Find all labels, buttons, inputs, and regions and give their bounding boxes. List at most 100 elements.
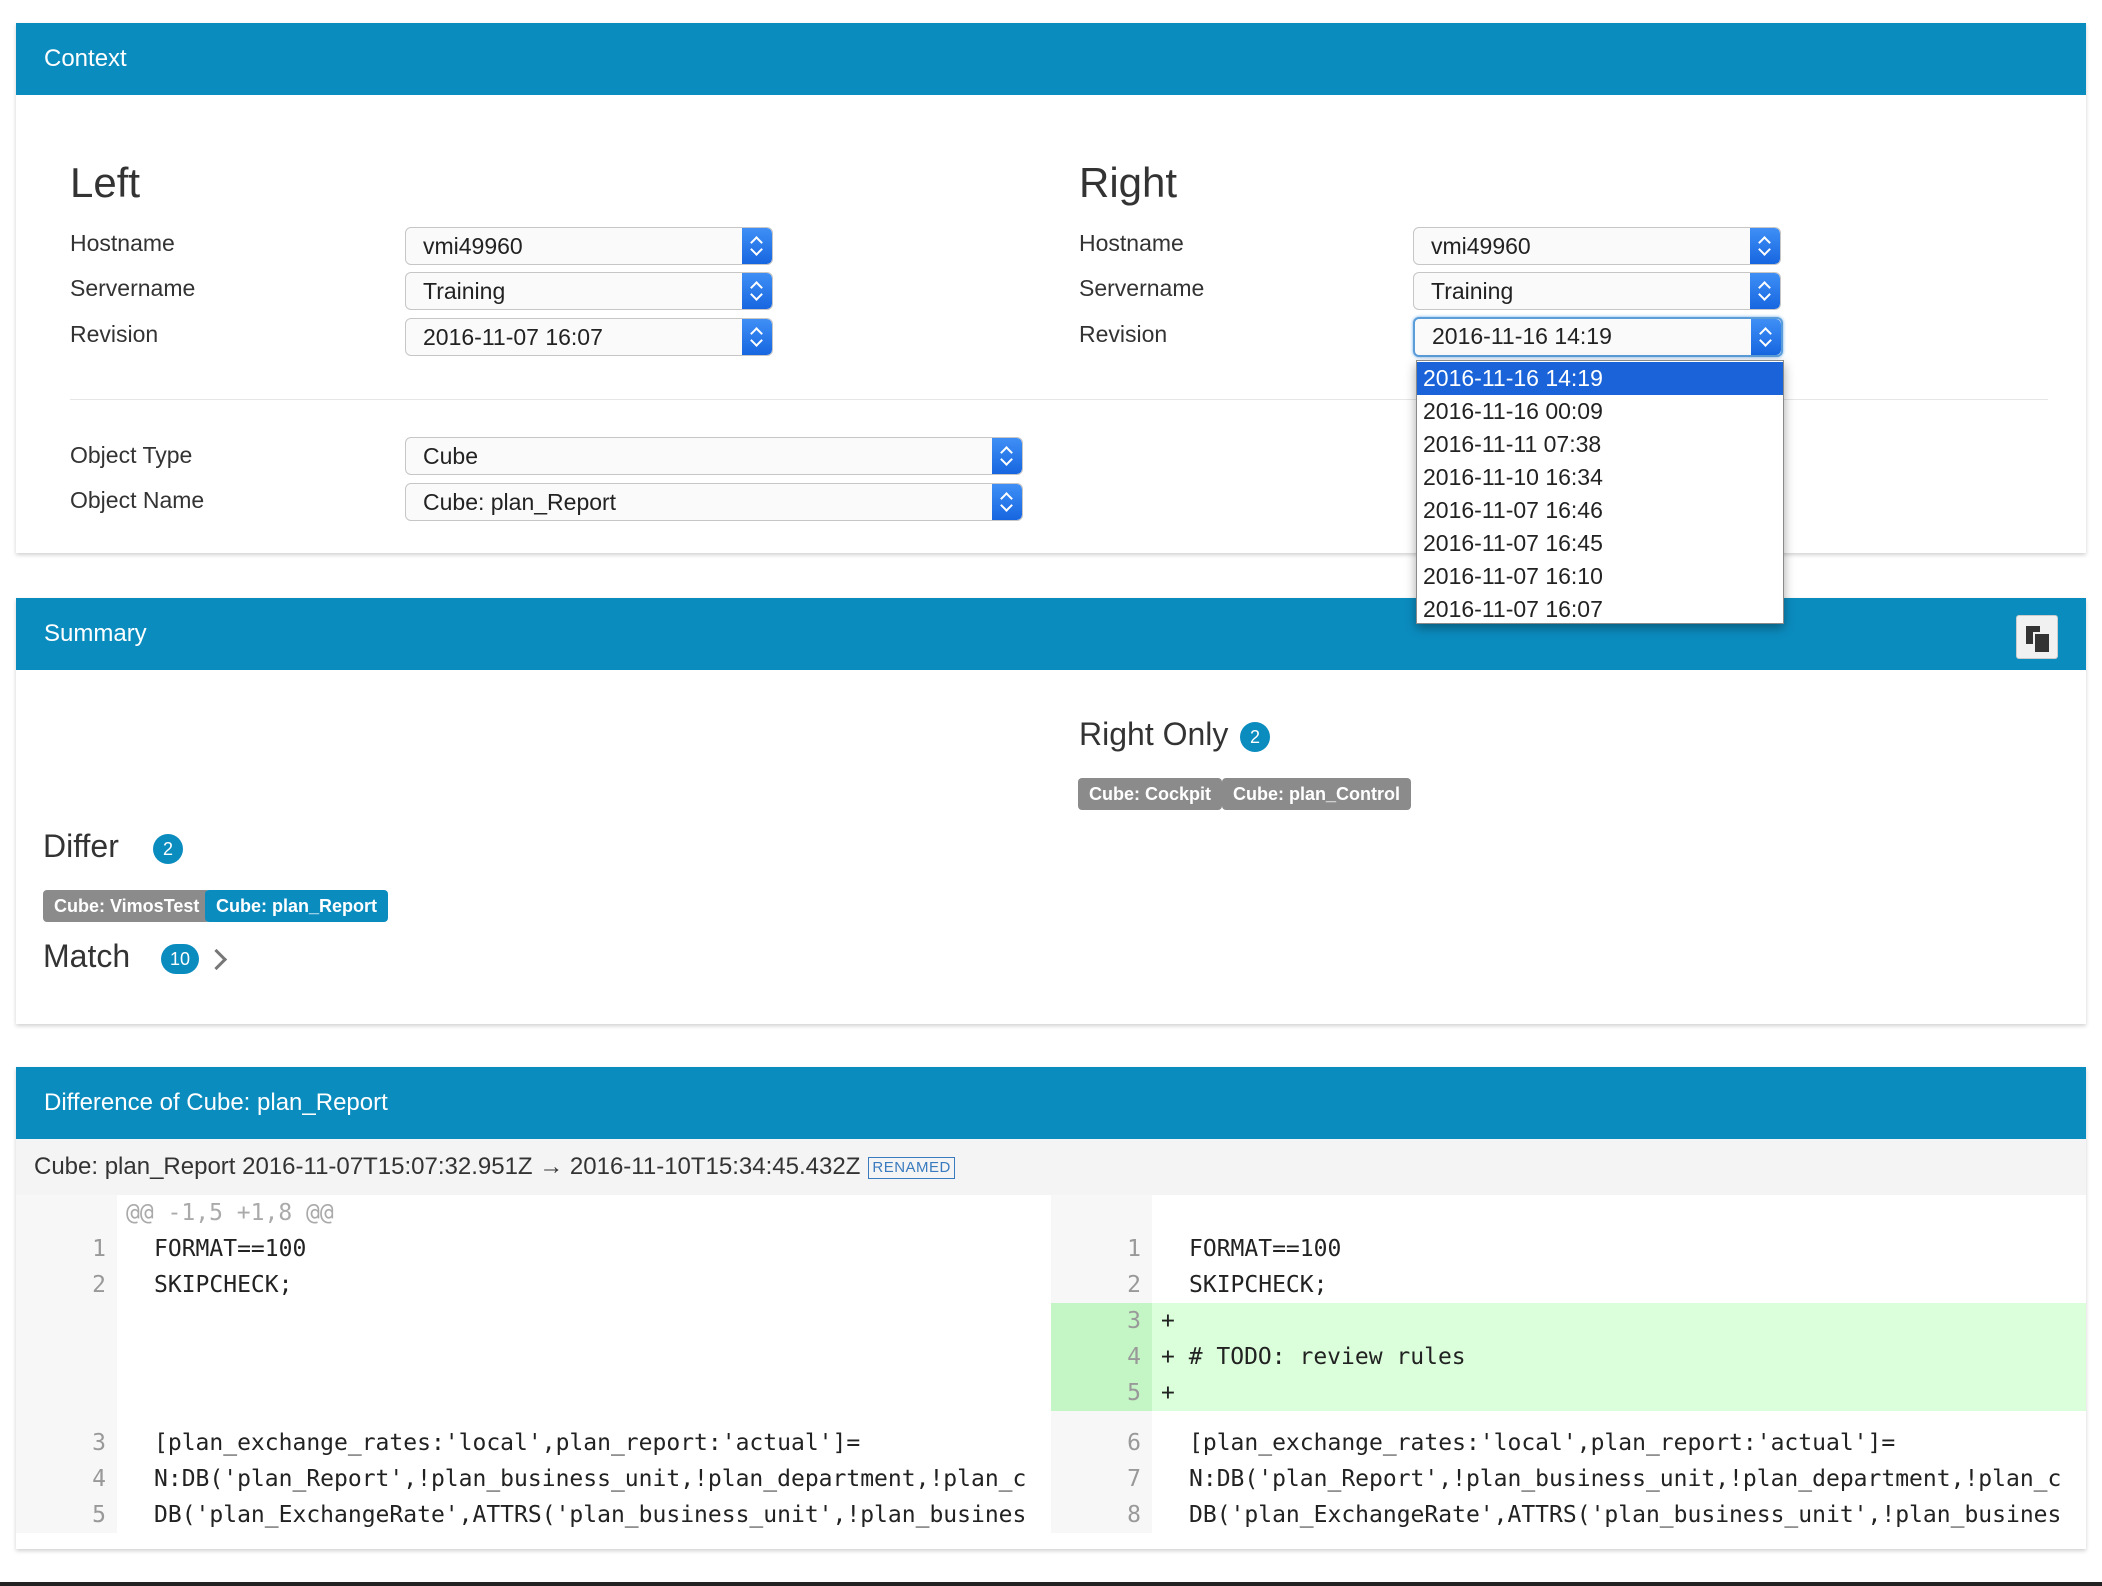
line-code: [plan_exchange_rates:'local',plan_report… [1189, 1430, 1896, 1456]
left-revision-select[interactable]: 2016-11-07 16:07 [405, 318, 773, 356]
left-servername-value: Training [423, 278, 506, 304]
revision-option[interactable]: 2016-11-16 14:19 [1417, 362, 1783, 395]
diff-line: 2 SKIPCHECK; [16, 1267, 1051, 1303]
revision-option[interactable]: 2016-11-07 16:46 [1417, 494, 1783, 527]
revision-option[interactable]: 2016-11-10 16:34 [1417, 461, 1783, 494]
left-hostname-value: vmi49960 [423, 233, 523, 259]
differ-count-badge: 2 [153, 834, 183, 864]
revision-dropdown-list: 2016-11-16 14:19 2016-11-16 00:09 2016-1… [1416, 360, 1784, 624]
right-only-tag-plan-control[interactable]: Cube: plan_Control [1222, 778, 1411, 810]
diff-line: 5 DB('plan_ExchangeRate',ATTRS('plan_bus… [16, 1497, 1051, 1533]
window-bottom-edge [0, 1582, 2102, 1586]
select-stepper-icon [742, 228, 772, 264]
revision-option[interactable]: 2016-11-07 16:45 [1417, 527, 1783, 560]
right-only-label: Right Only [1079, 716, 1229, 752]
match-count-badge: 10 [161, 944, 200, 974]
diff-file-title: Cube: plan_Report 2016-11-07T15:07:32.95… [16, 1139, 2086, 1195]
line-number: 4 [92, 1466, 106, 1492]
line-number: 5 [92, 1502, 106, 1528]
hunk-header: @@ -1,5 +1,8 @@ [126, 1200, 334, 1226]
right-only-tag-cockpit[interactable]: Cube: Cockpit [1078, 778, 1223, 810]
line-number: 1 [1127, 1236, 1141, 1262]
diff-line: 7 N:DB('plan_Report',!plan_business_unit… [1051, 1461, 2086, 1497]
revision-option[interactable]: 2016-11-16 00:09 [1417, 395, 1783, 428]
diff-line: 4 N:DB('plan_Report',!plan_business_unit… [16, 1461, 1051, 1497]
line-code: [plan_exchange_rates:'local',plan_report… [154, 1430, 861, 1456]
right-hostname-value: vmi49960 [1431, 233, 1531, 259]
line-number: 5 [1051, 1375, 1152, 1411]
line-code: N:DB('plan_Report',!plan_business_unit,!… [1189, 1466, 2062, 1492]
object-name-value: Cube: plan_Report [423, 489, 617, 515]
select-stepper-icon [1751, 319, 1781, 355]
revision-option[interactable]: 2016-11-11 07:38 [1417, 428, 1783, 461]
diff-right-pane: 1 FORMAT==100 2 SKIPCHECK; 3 + 4 + # TOD… [1051, 1195, 2086, 1533]
difference-header: Difference of Cube: plan_Report [16, 1067, 2086, 1139]
select-stepper-icon [992, 484, 1022, 520]
select-stepper-icon [742, 319, 772, 355]
difference-panel: Difference of Cube: plan_Report Cube: pl… [16, 1067, 2086, 1549]
match-label: Match [43, 938, 131, 974]
left-revision-value: 2016-11-07 16:07 [423, 324, 603, 350]
context-header: Context [16, 23, 2086, 95]
revision-option[interactable]: 2016-11-07 16:10 [1417, 560, 1783, 593]
line-number: 3 [1051, 1303, 1152, 1339]
renamed-badge: RENAMED [868, 1156, 955, 1179]
differ-tag-plan-report[interactable]: Cube: plan_Report [205, 890, 389, 922]
chevron-right-icon[interactable] [205, 948, 228, 971]
copy-button[interactable] [2016, 615, 2058, 659]
line-number: 8 [1127, 1502, 1141, 1528]
left-servername-select[interactable]: Training [405, 272, 773, 310]
right-revision-value: 2016-11-16 14:19 [1432, 323, 1612, 349]
copy-icon-front [2033, 632, 2051, 654]
right-hostname-label: Hostname [1079, 230, 1184, 256]
diff-line: 8 DB('plan_ExchangeRate',ATTRS('plan_bus… [1051, 1497, 2086, 1533]
object-name-select[interactable]: Cube: plan_Report [405, 483, 1023, 521]
select-stepper-icon [742, 273, 772, 309]
diff-line-added: 4 + # TODO: review rules [1051, 1339, 2086, 1375]
line-code: DB('plan_ExchangeRate',ATTRS('plan_busin… [154, 1502, 1027, 1528]
line-code: DB('plan_ExchangeRate',ATTRS('plan_busin… [1189, 1502, 2062, 1528]
line-code: + [1161, 1308, 1175, 1334]
left-revision-label: Revision [70, 321, 159, 347]
right-revision-label: Revision [1079, 321, 1168, 347]
line-code: N:DB('plan_Report',!plan_business_unit,!… [154, 1466, 1027, 1492]
line-number: 2 [92, 1272, 106, 1298]
diff-line: 1 FORMAT==100 [1051, 1231, 2086, 1267]
right-hostname-select[interactable]: vmi49960 [1413, 227, 1781, 265]
line-code: + # TODO: review rules [1161, 1344, 1466, 1370]
diff-line: 6 [plan_exchange_rates:'local',plan_repo… [1051, 1425, 2086, 1461]
right-revision-select[interactable]: 2016-11-16 14:19 [1413, 317, 1783, 357]
summary-title: Summary [44, 620, 147, 647]
right-servername-label: Servername [1079, 275, 1205, 301]
summary-panel: Summary Right Only 2 Cube: Cockpit Cube:… [16, 598, 2086, 1024]
line-code: SKIPCHECK; [154, 1272, 293, 1298]
revision-option[interactable]: 2016-11-07 16:07 [1417, 593, 1783, 626]
diff-line-added: 5 + [1051, 1375, 2086, 1411]
left-hostname-select[interactable]: vmi49960 [405, 227, 773, 265]
right-heading: Right [1079, 159, 1178, 206]
differ-tag-vimostest[interactable]: Cube: VimosTest [43, 890, 211, 922]
left-heading: Left [70, 159, 141, 206]
line-number: 7 [1127, 1466, 1141, 1492]
diff-line: 2 SKIPCHECK; [1051, 1267, 2086, 1303]
line-code: FORMAT==100 [154, 1236, 307, 1262]
line-number: 6 [1127, 1430, 1141, 1456]
diff-line: 3 [plan_exchange_rates:'local',plan_repo… [16, 1425, 1051, 1461]
line-number: 3 [92, 1430, 106, 1456]
select-stepper-icon [992, 438, 1022, 474]
line-number: 4 [1051, 1339, 1152, 1375]
diff-line: 1 FORMAT==100 [16, 1231, 1051, 1267]
right-servername-select[interactable]: Training [1413, 272, 1781, 310]
diff-line-added: 3 + [1051, 1303, 2086, 1339]
diff-left-pane: @@ -1,5 +1,8 @@ 1 FORMAT==100 2 SKIPCHEC… [16, 1195, 1051, 1533]
line-number: 2 [1127, 1272, 1141, 1298]
diff-title-text: Cube: plan_Report 2016-11-07T15:07:32.95… [34, 1153, 861, 1180]
object-type-select[interactable]: Cube [405, 437, 1023, 475]
right-servername-value: Training [1431, 278, 1514, 304]
right-only-count-badge: 2 [1240, 722, 1270, 752]
select-stepper-icon [1750, 228, 1780, 264]
object-type-value: Cube [423, 443, 478, 469]
line-code: FORMAT==100 [1189, 1236, 1342, 1262]
left-hostname-label: Hostname [70, 230, 175, 256]
line-code: SKIPCHECK; [1189, 1272, 1328, 1298]
